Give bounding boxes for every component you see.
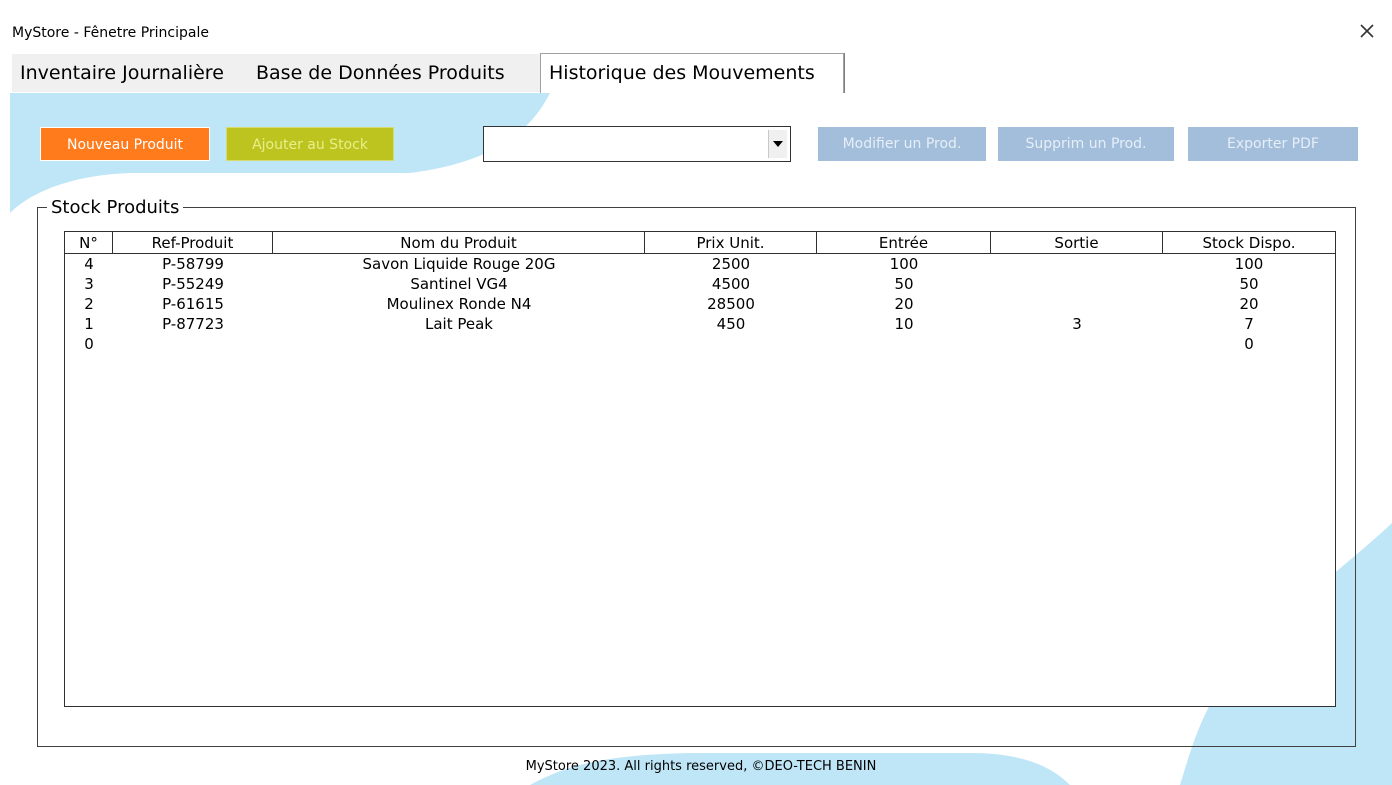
title-bar: MyStore - Fênetre Principale bbox=[0, 0, 1392, 48]
cell-stock: 100 bbox=[1234, 255, 1264, 273]
product-select[interactable] bbox=[483, 126, 791, 162]
stock-products-list[interactable]: N° Ref-Produit Nom du Produit Prix Unit.… bbox=[64, 231, 1336, 707]
cell-in: 100 bbox=[889, 255, 919, 273]
cell-out bbox=[991, 294, 1163, 314]
cell-stock: 7 bbox=[1244, 315, 1254, 333]
tab-strip: Inventaire Journalière Base de Données P… bbox=[12, 53, 1392, 94]
cell-price: 450 bbox=[716, 315, 746, 333]
cell-number: 0 bbox=[84, 335, 94, 353]
cell-ref: P-58799 bbox=[162, 255, 224, 273]
cell-name: Santinel VG4 bbox=[410, 275, 508, 293]
window-title: MyStore - Fênetre Principale bbox=[12, 25, 209, 41]
stock-products-group-label: Stock Produits bbox=[47, 197, 184, 218]
cell-out bbox=[991, 274, 1163, 294]
cell-name: Savon Liquide Rouge 20G bbox=[362, 255, 556, 273]
new-product-button[interactable]: Nouveau Produit bbox=[40, 127, 210, 161]
cell-stock: 50 bbox=[1239, 275, 1259, 293]
tab-base-de-donnees-produits[interactable]: Base de Données Produits bbox=[248, 54, 540, 92]
cell-number: 1 bbox=[84, 315, 94, 333]
cell-price: 4500 bbox=[711, 275, 751, 293]
cell-name: Lait Peak bbox=[425, 315, 493, 333]
dropdown-arrow-icon[interactable] bbox=[768, 130, 787, 158]
cell-price bbox=[645, 334, 817, 354]
table-row[interactable]: 4 P-58799 Savon Liquide Rouge 20G 2500 1… bbox=[65, 254, 1335, 274]
column-header-out[interactable]: Sortie bbox=[991, 232, 1163, 254]
cell-in: 10 bbox=[894, 315, 914, 333]
modify-product-button[interactable]: Modifier un Prod. bbox=[818, 127, 986, 161]
table-row[interactable]: 1 P-87723 Lait Peak 450 10 3 7 bbox=[65, 314, 1335, 334]
cell-ref: P-87723 bbox=[162, 315, 224, 333]
cell-in: 20 bbox=[894, 295, 914, 313]
column-header-ref[interactable]: Ref-Produit bbox=[113, 232, 273, 254]
cell-name bbox=[273, 334, 645, 354]
column-header-price[interactable]: Prix Unit. bbox=[645, 232, 817, 254]
table-row[interactable]: 3 P-55249 Santinel VG4 4500 50 50 bbox=[65, 274, 1335, 294]
column-header-in[interactable]: Entrée bbox=[817, 232, 991, 254]
column-header-number[interactable]: N° bbox=[65, 232, 113, 254]
cell-price: 28500 bbox=[707, 295, 755, 313]
table-row[interactable]: 0 0 bbox=[65, 334, 1335, 354]
footer-copyright: MyStore 2023. All rights reserved, ©DEO-… bbox=[525, 759, 877, 774]
cell-number: 4 bbox=[84, 255, 94, 273]
tab-historique-des-mouvements[interactable]: Historique des Mouvements bbox=[540, 53, 844, 93]
cell-ref: P-61615 bbox=[162, 295, 224, 313]
column-header-stock[interactable]: Stock Dispo. bbox=[1163, 232, 1335, 254]
tab-page-produits: Nouveau Produit Ajouter au Stock Modifie… bbox=[10, 93, 1392, 785]
cell-number: 2 bbox=[84, 295, 94, 313]
cell-out bbox=[991, 254, 1163, 274]
cell-in bbox=[817, 334, 991, 354]
cell-number: 3 bbox=[84, 275, 94, 293]
cell-ref bbox=[113, 334, 273, 354]
export-pdf-button[interactable]: Exporter PDF bbox=[1188, 127, 1358, 161]
main-window: MyStore - Fênetre Principale Inventaire … bbox=[0, 0, 1392, 785]
cell-in: 50 bbox=[894, 275, 914, 293]
close-icon[interactable] bbox=[1356, 20, 1378, 42]
cell-stock: 20 bbox=[1239, 295, 1259, 313]
tab-inventaire-journaliere[interactable]: Inventaire Journalière bbox=[12, 54, 248, 92]
delete-product-button[interactable]: Supprim un Prod. bbox=[998, 127, 1174, 161]
cell-out bbox=[991, 334, 1163, 354]
cell-out: 3 bbox=[1072, 315, 1082, 333]
cell-name: Moulinex Ronde N4 bbox=[386, 295, 532, 313]
cell-price: 2500 bbox=[711, 255, 751, 273]
cell-ref: P-55249 bbox=[162, 275, 224, 293]
cell-stock: 0 bbox=[1244, 335, 1254, 353]
add-to-stock-button[interactable]: Ajouter au Stock bbox=[226, 127, 394, 161]
column-header-name[interactable]: Nom du Produit bbox=[273, 232, 645, 254]
table-row[interactable]: 2 P-61615 Moulinex Ronde N4 28500 20 20 bbox=[65, 294, 1335, 314]
